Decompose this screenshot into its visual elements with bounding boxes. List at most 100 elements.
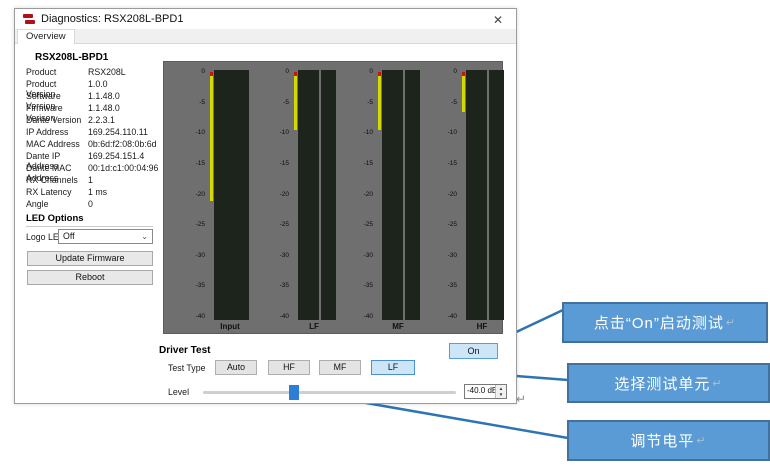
meter-panel: 0-5-10-15-20-25-30-35-40Input0-5-10-15-2… [163,61,503,334]
meter-tick-label: -35 [347,282,373,289]
meter-tick-label: -10 [179,129,205,136]
window-title: Diagnostics: RSX208L-BPD1 [41,13,183,25]
info-value: 1 [88,175,161,187]
level-slider-track[interactable] [203,391,456,394]
update-firmware-button[interactable]: Update Firmware [27,251,153,266]
stepper-down-icon[interactable]: ▼ [499,392,503,398]
meter-tick-label: -25 [431,221,457,228]
info-label: IP Address [26,127,88,139]
info-value: 169.254.110.11 [88,127,161,139]
device-info-row: RX Latency1 ms [26,187,161,199]
return-mark-icon: ↵ [712,377,722,390]
meter-tick-label: -30 [431,252,457,259]
info-value: 1.1.48.0 [88,103,161,115]
device-info-row: Software Version1.1.48.0 [26,91,161,103]
meter-channel-label: Input [200,322,260,331]
meter-tick-label: -30 [179,252,205,259]
meter-tick-label: -5 [263,99,289,106]
reboot-button[interactable]: Reboot [27,270,153,285]
meter-channel-label: MF [368,322,428,331]
device-name-header: RSX208L-BPD1 [35,52,108,63]
meter-bar-level [378,76,381,130]
annotation-text: 选择测试单元 [614,373,710,394]
app-logo-icon [23,13,35,25]
meter-well [489,70,504,320]
meter-tick-label: -15 [263,160,289,167]
device-info-row: RX Channels1 [26,175,161,187]
driver-test-on-button[interactable]: On [449,343,498,359]
meter-tick-label: -15 [179,160,205,167]
meter-well [466,70,487,320]
info-label: Product Version [26,79,88,91]
meter-tick-label: -20 [431,191,457,198]
tab-strip: Overview [15,29,516,44]
meter-tick-label: -5 [431,99,457,106]
level-value: -40.0 dB [467,386,497,395]
level-spinbox[interactable]: -40.0 dB ▲ ▼ [464,384,507,399]
meter-tick-label: -15 [347,160,373,167]
info-label: RX Latency [26,187,88,199]
info-label: Firmware Verison [26,103,88,115]
test-type-button-lf[interactable]: LF [371,360,415,375]
info-value: 1 ms [88,187,161,199]
diagnostics-window: Diagnostics: RSX208L-BPD1 ✕ Overview RSX… [14,8,517,404]
device-info-row: ProductRSX208L [26,67,161,79]
page: Diagnostics: RSX208L-BPD1 ✕ Overview RSX… [0,0,770,469]
led-options-header: LED Options [26,213,84,224]
level-slider-thumb[interactable] [289,385,299,400]
meter-tick-label: -35 [431,282,457,289]
meter-well [321,70,336,320]
info-value: 2.2.3.1 [88,115,161,127]
meter-tick-label: -20 [347,191,373,198]
device-info-list: ProductRSX208LProduct Version1.0.0Softwa… [26,67,161,211]
meter-tick-label: -40 [263,313,289,320]
test-type-button-hf[interactable]: HF [268,360,310,375]
meter-well [298,70,319,320]
info-value: 169.254.151.4 [88,151,161,163]
tab-overview[interactable]: Overview [17,29,75,44]
paragraph-return-mark: ↵ [516,392,526,406]
info-value: 0b:6d:f2:08:0b:6d [88,139,161,151]
meter-tick-label: -10 [263,129,289,136]
meter-channel-label: HF [452,322,512,331]
meter-bar-level [294,76,297,130]
meter-tick-label: -30 [347,252,373,259]
test-type-button-auto[interactable]: Auto [215,360,257,375]
driver-test-header: Driver Test [159,345,211,356]
meter-tick-label: -5 [179,99,205,106]
meter-well [405,70,420,320]
device-info-row: Dante MAC Address00:1d:c1:00:04:96 [26,163,161,175]
logo-led-select[interactable]: Off ⌄ [58,229,153,244]
chevron-down-icon: ⌄ [141,230,148,243]
device-info-row: Dante Version2.2.3.1 [26,115,161,127]
info-value: RSX208L [88,67,161,79]
meter-tick-label: -25 [179,221,205,228]
meter-tick-label: -35 [179,282,205,289]
info-value: 1.0.0 [88,79,161,91]
meter-tick-label: -15 [431,160,457,167]
device-info-row: Dante IP Address169.254.151.4 [26,151,161,163]
info-value: 0 [88,199,161,211]
meter-tick-label: -10 [431,129,457,136]
info-label: Dante MAC Address [26,163,88,175]
meter-tick-label: 0 [347,68,373,75]
info-label: MAC Address [26,139,88,151]
annotation-box: 调节电平↵ [567,420,770,461]
meter-tick-label: -25 [347,221,373,228]
spinbox-stepper[interactable]: ▲ ▼ [495,385,506,398]
meter-tick-label: 0 [179,68,205,75]
close-icon[interactable]: ✕ [490,12,506,28]
divider [26,226,153,227]
device-info-row: Firmware Verison1.1.48.0 [26,103,161,115]
device-info-row: IP Address169.254.110.11 [26,127,161,139]
test-type-button-mf[interactable]: MF [319,360,361,375]
meter-tick-label: -40 [431,313,457,320]
meter-tick-label: -10 [347,129,373,136]
info-label: Product [26,67,88,79]
device-info-row: Product Version1.0.0 [26,79,161,91]
title-bar: Diagnostics: RSX208L-BPD1 ✕ [15,9,516,29]
level-label: Level [168,387,189,397]
info-label: RX Channels [26,175,88,187]
meter-tick-label: 0 [263,68,289,75]
meter-tick-label: -40 [179,313,205,320]
